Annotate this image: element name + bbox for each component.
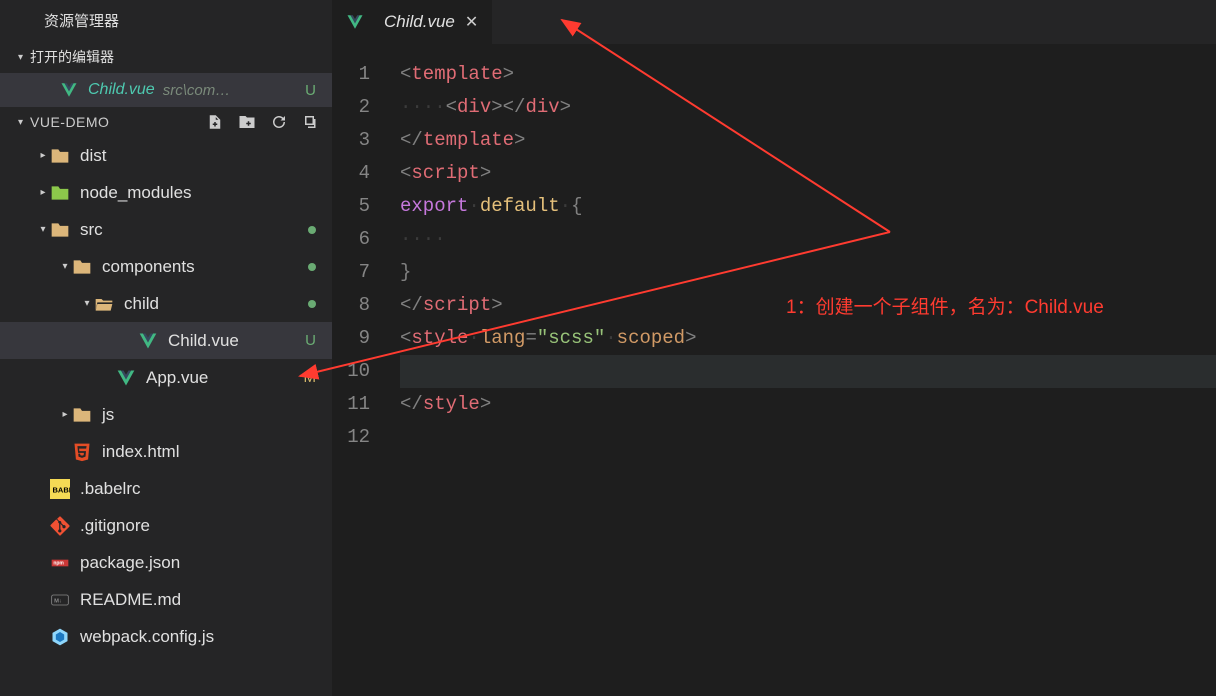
tree-item-child[interactable]: ▾ child bbox=[0, 285, 332, 322]
folder-open-icon bbox=[94, 294, 114, 314]
tree-item-label: package.json bbox=[80, 553, 180, 573]
git-status-badge: U bbox=[305, 82, 316, 99]
tree-item-label: Child.vue bbox=[168, 331, 239, 351]
npm-icon: npm bbox=[50, 553, 70, 573]
tree-item-child-vue[interactable]: Child.vue U bbox=[0, 322, 332, 359]
svg-text:npm: npm bbox=[53, 560, 64, 566]
html-icon bbox=[72, 442, 92, 462]
new-folder-icon[interactable] bbox=[238, 113, 256, 131]
chevron-down-icon: ▾ bbox=[58, 261, 72, 272]
tree-item-label: child bbox=[124, 294, 159, 314]
tree-item-package-json[interactable]: npm package.json bbox=[0, 544, 332, 581]
webpack-icon bbox=[50, 627, 70, 647]
explorer-sidebar: 资源管理器 ▾ 打开的编辑器 Child.vue src\com… U ▾ VU… bbox=[0, 0, 332, 696]
code-content[interactable]: <template> ····<div></div> </template> <… bbox=[400, 58, 1216, 696]
md-icon: M↓ bbox=[50, 590, 70, 610]
tab-label: Child.vue bbox=[384, 12, 455, 32]
tree-item-label: dist bbox=[80, 146, 106, 166]
babel-icon: BABEL bbox=[50, 479, 70, 499]
open-editor-filename: Child.vue bbox=[88, 81, 155, 99]
chevron-down-icon: ▾ bbox=[36, 224, 50, 235]
tree-item-label: webpack.config.js bbox=[80, 627, 214, 647]
git-status-badge: M bbox=[304, 369, 317, 386]
vue-icon bbox=[60, 81, 78, 99]
tree-item-label: components bbox=[102, 257, 195, 277]
tree-item--babelrc[interactable]: BABEL .babelrc bbox=[0, 470, 332, 507]
tree-item-node-modules[interactable]: ▸ node_modules bbox=[0, 174, 332, 211]
modified-dot-icon bbox=[308, 226, 316, 234]
tree-item-label: js bbox=[102, 405, 114, 425]
modified-dot-icon bbox=[308, 263, 316, 271]
open-editor-path: src\com… bbox=[163, 82, 305, 99]
modified-dot-icon bbox=[308, 300, 316, 308]
explorer-title: 资源管理器 bbox=[0, 0, 332, 41]
tree-item-label: node_modules bbox=[80, 183, 192, 203]
tree-item-label: App.vue bbox=[146, 368, 208, 388]
chevron-down-icon: ▾ bbox=[80, 298, 94, 309]
git-icon bbox=[50, 516, 70, 536]
vue-icon bbox=[346, 13, 364, 31]
close-icon[interactable]: ✕ bbox=[465, 12, 478, 32]
tree-item-webpack-config-js[interactable]: webpack.config.js bbox=[0, 618, 332, 655]
tree-item-label: .gitignore bbox=[80, 516, 150, 536]
project-header[interactable]: ▾ VUE-DEMO bbox=[0, 107, 332, 137]
git-status-badge: U bbox=[305, 332, 316, 349]
file-tree: ▸ dist ▸ node_modules ▾ src ▾ components ▾ child C… bbox=[0, 137, 332, 696]
tree-item-label: .babelrc bbox=[80, 479, 140, 499]
folder-node-icon bbox=[50, 183, 70, 203]
tree-item-app-vue[interactable]: App.vue M bbox=[0, 359, 332, 396]
chevron-right-icon: ▸ bbox=[58, 409, 72, 420]
new-file-icon[interactable] bbox=[206, 113, 224, 131]
open-editors-label: 打开的编辑器 bbox=[30, 47, 114, 67]
tree-item-label: index.html bbox=[102, 442, 179, 462]
project-name: VUE-DEMO bbox=[30, 114, 206, 130]
refresh-icon[interactable] bbox=[270, 113, 288, 131]
tree-item-readme-md[interactable]: M↓ README.md bbox=[0, 581, 332, 618]
folder-src-icon bbox=[50, 220, 70, 240]
tree-item-components[interactable]: ▾ components bbox=[0, 248, 332, 285]
chevron-right-icon: ▸ bbox=[36, 187, 50, 198]
tree-item-index-html[interactable]: index.html bbox=[0, 433, 332, 470]
chevron-right-icon: ▸ bbox=[36, 150, 50, 161]
svg-text:M↓: M↓ bbox=[54, 598, 62, 604]
folder-icon bbox=[72, 257, 92, 277]
editor-area: Child.vue ✕ 123456789101112 <template> ·… bbox=[332, 0, 1216, 696]
open-editors-header[interactable]: ▾ 打开的编辑器 bbox=[0, 41, 332, 73]
folder-icon bbox=[50, 146, 70, 166]
folder-js-icon bbox=[72, 405, 92, 425]
svg-text:BABEL: BABEL bbox=[53, 485, 71, 494]
collapse-all-icon[interactable] bbox=[302, 113, 320, 131]
tab-bar: Child.vue ✕ bbox=[332, 0, 1216, 44]
chevron-down-icon: ▾ bbox=[18, 117, 30, 128]
tree-item-dist[interactable]: ▸ dist bbox=[0, 137, 332, 174]
chevron-down-icon: ▾ bbox=[18, 52, 30, 63]
project-actions bbox=[206, 113, 320, 131]
line-gutter: 123456789101112 bbox=[332, 58, 400, 696]
open-editor-item[interactable]: Child.vue src\com… U bbox=[0, 73, 332, 107]
tree-item-js[interactable]: ▸ js bbox=[0, 396, 332, 433]
tree-item-label: README.md bbox=[80, 590, 181, 610]
code-area[interactable]: 123456789101112 <template> ····<div></di… bbox=[332, 44, 1216, 696]
tab-child-vue[interactable]: Child.vue ✕ bbox=[332, 0, 492, 44]
tree-item-label: src bbox=[80, 220, 103, 240]
tree-item--gitignore[interactable]: .gitignore bbox=[0, 507, 332, 544]
tree-item-src[interactable]: ▾ src bbox=[0, 211, 332, 248]
vue-icon bbox=[138, 331, 158, 351]
vue-icon bbox=[116, 368, 136, 388]
